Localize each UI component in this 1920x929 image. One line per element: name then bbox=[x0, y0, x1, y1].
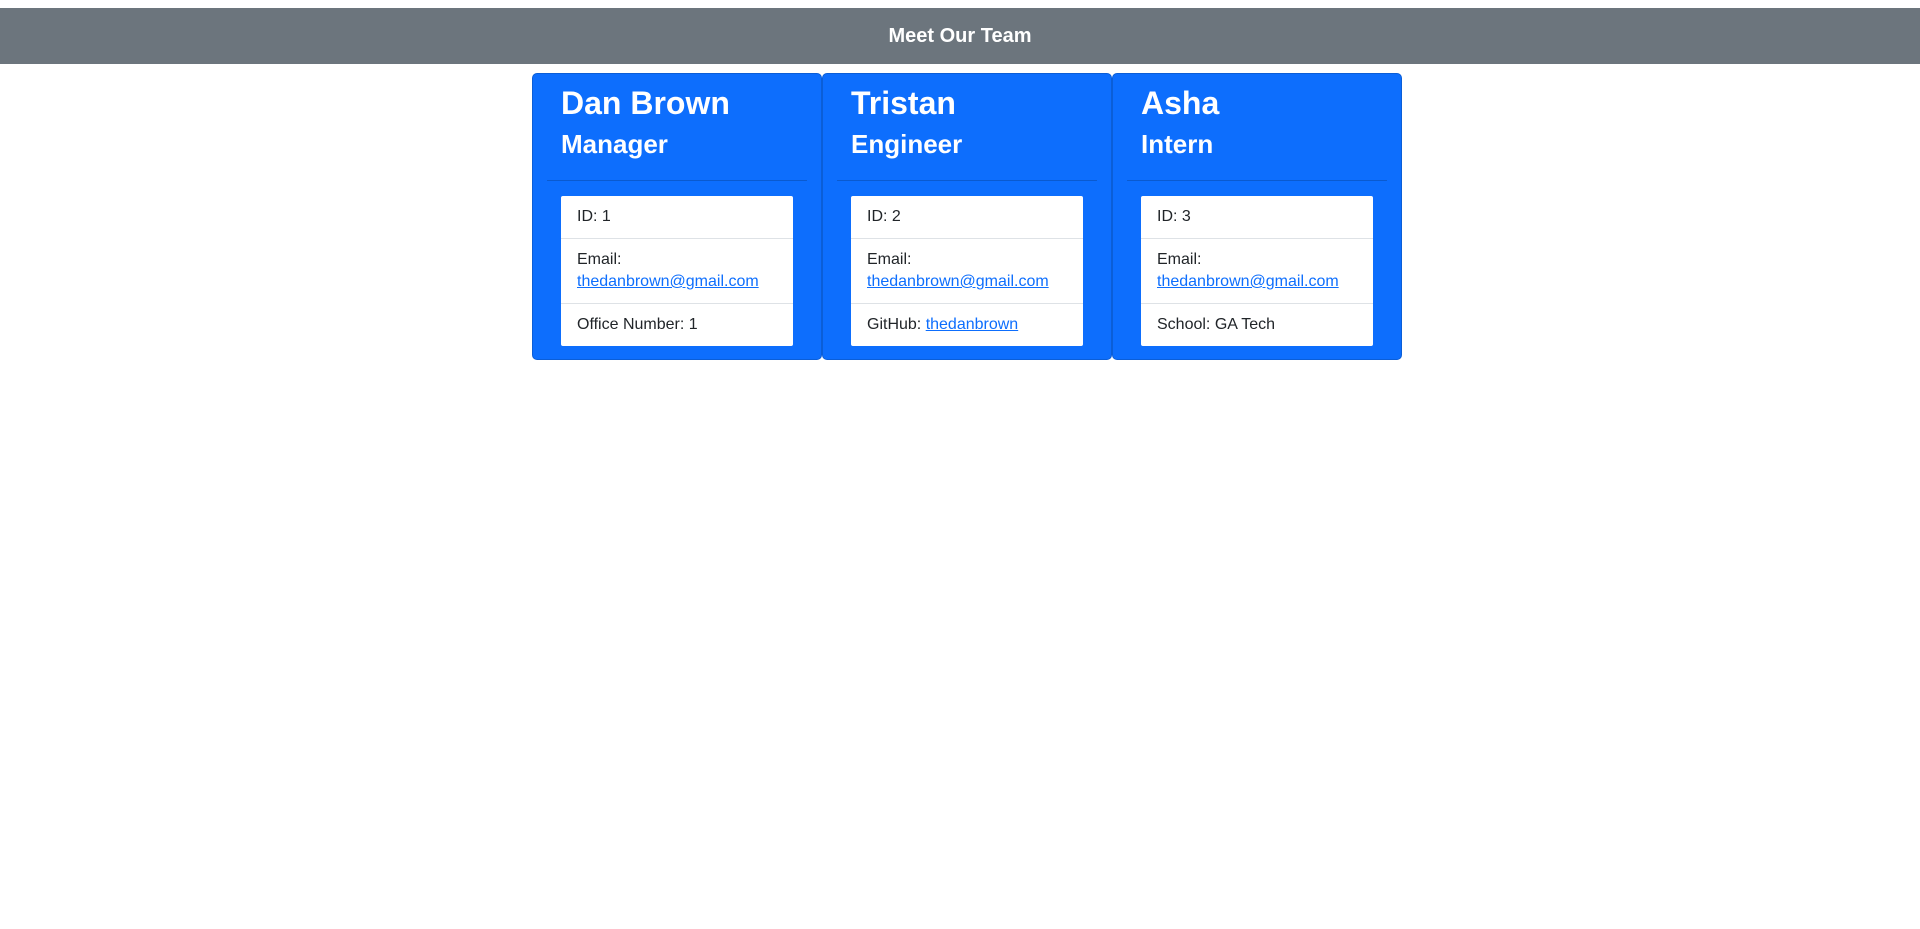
member-id: ID: 1 bbox=[561, 196, 793, 239]
page-title: Meet Our Team bbox=[888, 24, 1032, 47]
team-card-engineer: Tristan Engineer ID: 2 Email: thedanbrow… bbox=[822, 73, 1112, 360]
member-office-number: Office Number: 1 bbox=[577, 316, 698, 333]
member-details-list: ID: 2 Email: thedanbrown@gmail.com GitHu… bbox=[851, 196, 1083, 346]
member-role: Intern bbox=[1141, 129, 1214, 159]
card-header: Dan Brown Manager bbox=[547, 74, 807, 181]
card-header: Tristan Engineer bbox=[837, 74, 1097, 181]
member-role: Manager bbox=[561, 129, 668, 159]
card-header: Asha Intern bbox=[1127, 74, 1387, 181]
email-link[interactable]: thedanbrown@gmail.com bbox=[577, 273, 759, 290]
member-name: Asha bbox=[1141, 85, 1220, 121]
page-header: Meet Our Team bbox=[0, 8, 1920, 64]
member-school: School: GA Tech bbox=[1157, 316, 1275, 333]
member-details-list: ID: 1 Email: thedanbrown@gmail.com Offic… bbox=[561, 196, 793, 346]
email-label: Email: bbox=[577, 251, 622, 268]
github-link[interactable]: thedanbrown bbox=[926, 316, 1019, 333]
email-label: Email: bbox=[1157, 251, 1202, 268]
member-github-item: GitHub: thedanbrown bbox=[851, 304, 1083, 346]
team-cards: Dan Brown Manager ID: 1 Email: thedanbro… bbox=[532, 73, 1402, 360]
team-card-manager: Dan Brown Manager ID: 1 Email: thedanbro… bbox=[532, 73, 822, 360]
member-email-item: Email: thedanbrown@gmail.com bbox=[1141, 239, 1373, 304]
email-label: Email: bbox=[867, 251, 912, 268]
member-details-list: ID: 3 Email: thedanbrown@gmail.com Schoo… bbox=[1141, 196, 1373, 346]
member-id: ID: 3 bbox=[1141, 196, 1373, 239]
member-role: Engineer bbox=[851, 129, 963, 159]
member-email-item: Email: thedanbrown@gmail.com bbox=[561, 239, 793, 304]
member-id: ID: 2 bbox=[851, 196, 1083, 239]
email-link[interactable]: thedanbrown@gmail.com bbox=[1157, 273, 1339, 290]
email-link[interactable]: thedanbrown@gmail.com bbox=[867, 273, 1049, 290]
team-card-intern: Asha Intern ID: 3 Email: thedanbrown@gma… bbox=[1112, 73, 1402, 360]
member-name: Dan Brown bbox=[561, 85, 730, 121]
github-label: GitHub: bbox=[867, 316, 926, 333]
member-email-item: Email: thedanbrown@gmail.com bbox=[851, 239, 1083, 304]
member-name: Tristan bbox=[851, 85, 956, 121]
